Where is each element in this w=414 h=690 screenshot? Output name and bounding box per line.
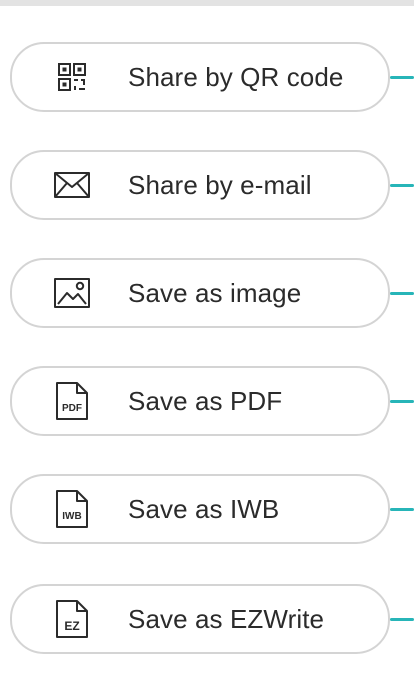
share-email-option[interactable]: Share by e-mail: [10, 150, 414, 220]
connector-line: [390, 400, 414, 403]
save-iwb-option[interactable]: IWB Save as IWB: [10, 474, 414, 544]
save-pdf-label: Save as PDF: [128, 386, 283, 416]
iwb-icon-text: IWB: [62, 511, 81, 522]
connector-line: [390, 184, 414, 187]
ezwrite-file-icon: EZ: [50, 600, 94, 638]
connector-line: [390, 508, 414, 511]
share-qr-code-option[interactable]: Share by QR code: [10, 42, 414, 112]
save-image-label: Save as image: [128, 278, 302, 308]
pdf-file-icon: PDF: [50, 382, 94, 420]
qr-code-icon: [50, 58, 94, 96]
share-qr-code-label: Share by QR code: [128, 62, 344, 92]
pdf-icon-text: PDF: [62, 403, 82, 414]
save-pdf-option[interactable]: PDF Save as PDF: [10, 366, 414, 436]
iwb-file-icon: IWB: [50, 490, 94, 528]
save-iwb-label: Save as IWB: [128, 494, 280, 524]
connector-line: [390, 292, 414, 295]
share-save-menu: Share by QR code Share by e-mail Save as…: [0, 0, 414, 690]
save-image-option[interactable]: Save as image: [10, 258, 414, 328]
save-ezwrite-label: Save as EZWrite: [128, 604, 325, 634]
image-icon: [50, 274, 94, 312]
ezwrite-icon-text: EZ: [64, 619, 79, 633]
share-email-label: Share by e-mail: [128, 170, 312, 200]
connector-line: [390, 76, 414, 79]
connector-line: [390, 618, 414, 621]
save-ezwrite-option[interactable]: EZ Save as EZWrite: [10, 584, 414, 654]
envelope-icon: [50, 166, 94, 204]
